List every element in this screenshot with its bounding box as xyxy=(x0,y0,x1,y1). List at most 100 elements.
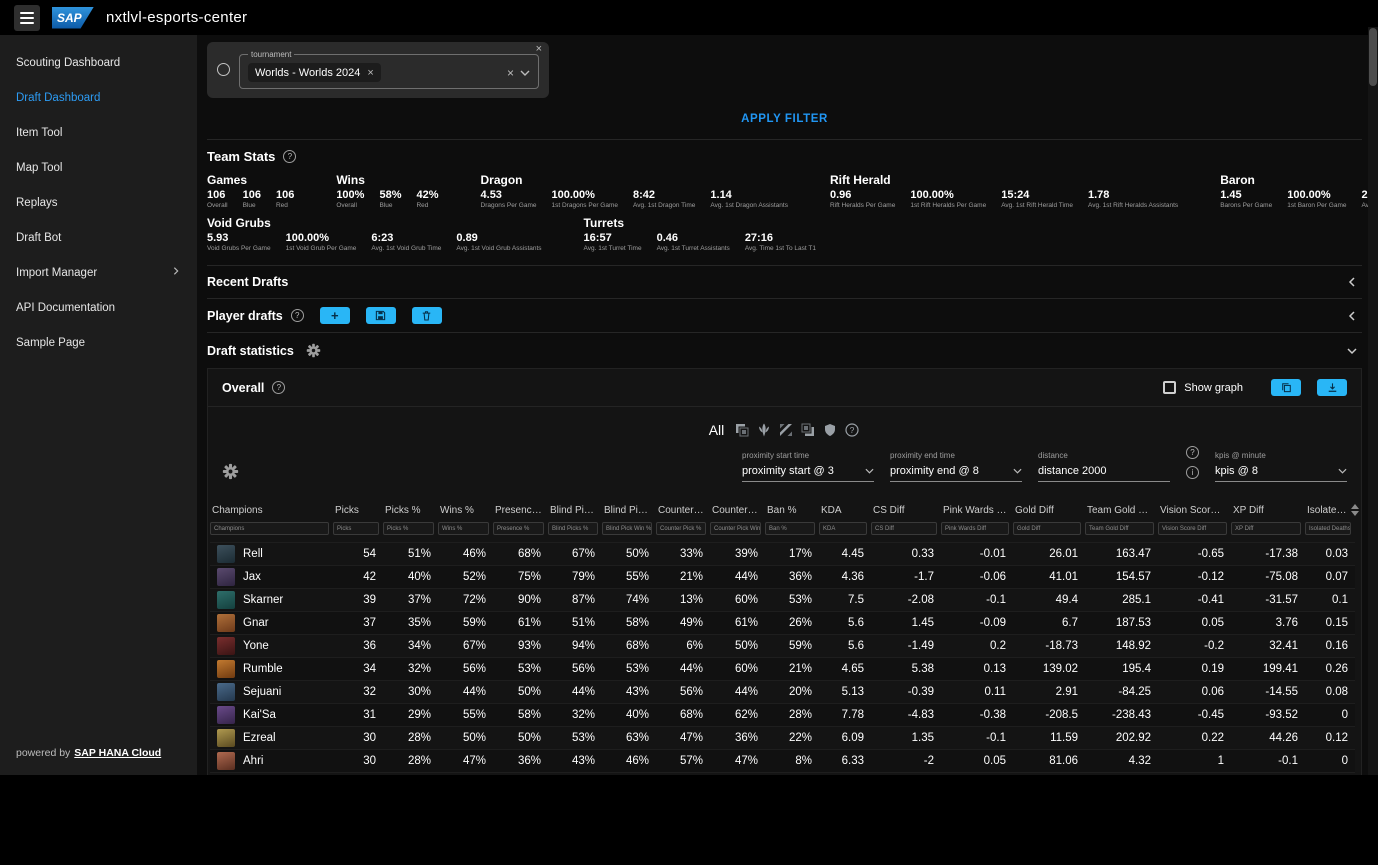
kpis-select[interactable]: kpis @ minute kpis @ 8 xyxy=(1215,451,1347,482)
table-row-skarner[interactable]: Skarner3937%72%90%87%74%13%60%53%7.5-2.0… xyxy=(210,589,1355,612)
draft-statistics-settings-gear-icon[interactable] xyxy=(302,341,325,360)
column-header-blind-picks[interactable]: Blind Picks % xyxy=(548,500,602,521)
draft-statistics-expand-icon[interactable] xyxy=(1342,343,1362,359)
column-filter-team-gold-diff[interactable]: Team Gold Diff xyxy=(1085,522,1154,535)
column-filter-picks[interactable]: Picks xyxy=(333,522,379,535)
column-header-counter-pick[interactable]: Counter Pick % xyxy=(656,500,710,521)
column-filter-counter-pick-wins[interactable]: Counter Pick Wins % xyxy=(710,522,761,535)
player-drafts-collapse-icon[interactable] xyxy=(1342,308,1362,324)
table-row-gnar[interactable]: Gnar3735%59%61%51%58%49%61%26%5.61.45-0.… xyxy=(210,612,1355,635)
champion-name: Rell xyxy=(243,548,263,560)
table-row-ezreal[interactable]: Ezreal3028%50%50%53%63%47%36%22%6.091.35… xyxy=(210,727,1355,750)
menu-button[interactable] xyxy=(14,5,40,31)
sidebar-item-replays[interactable]: Replays xyxy=(0,185,197,220)
cell-ban: 22% xyxy=(765,727,819,750)
distance-input[interactable]: distance distance 2000 xyxy=(1038,451,1170,482)
sidebar-item-draft-bot[interactable]: Draft Bot xyxy=(0,220,197,255)
column-filter-blind-picks[interactable]: Blind Picks % xyxy=(548,522,598,535)
column-filter-ban[interactable]: Ban % xyxy=(765,522,815,535)
column-header-blind-pick-win[interactable]: Blind Pick Win % xyxy=(602,500,656,521)
table-row-rell[interactable]: Rell5451%46%68%67%50%33%39%17%4.450.33-0… xyxy=(210,543,1355,566)
team-stats-help-icon[interactable]: ? xyxy=(283,150,296,163)
recent-drafts-collapse-icon[interactable] xyxy=(1342,274,1362,290)
column-filter-pink-wards-diff[interactable]: Pink Wards Diff xyxy=(941,522,1009,535)
cell-pink-wards-diff: -0.1 xyxy=(941,727,1013,750)
sidebar-item-sample-page[interactable]: Sample Page xyxy=(0,325,197,360)
column-filter-counter-pick[interactable]: Counter Pick % xyxy=(656,522,706,535)
delete-draft-button[interactable] xyxy=(412,307,442,324)
proximity-start-select[interactable]: proximity start time proximity start @ 3 xyxy=(742,451,874,482)
show-graph-checkbox[interactable] xyxy=(1163,381,1176,394)
column-header-xp-diff[interactable]: XP Diff xyxy=(1231,500,1305,521)
sidebar-item-map-tool[interactable]: Map Tool xyxy=(0,150,197,185)
role-jungle-icon[interactable] xyxy=(757,423,772,438)
role-mid-icon[interactable] xyxy=(779,423,794,438)
sidebar-item-import-manager[interactable]: Import Manager xyxy=(0,255,197,290)
proximity-end-select[interactable]: proximity end time proximity end @ 8 xyxy=(890,451,1022,482)
column-header-ban[interactable]: Ban % xyxy=(765,500,819,521)
table-scrollbar[interactable] xyxy=(1349,504,1361,516)
role-bot-icon[interactable] xyxy=(801,423,816,438)
column-filter-cs-diff[interactable]: CS Diff xyxy=(871,522,937,535)
column-header-picks[interactable]: Picks % xyxy=(383,500,438,521)
column-header-isolated-deaths[interactable]: Isolated Deaths xyxy=(1305,500,1355,521)
add-draft-button[interactable]: + xyxy=(320,307,350,324)
table-row-jax[interactable]: Jax4240%52%75%79%55%21%44%36%4.36-1.7-0.… xyxy=(210,566,1355,589)
column-header-counter-pick-wins[interactable]: Counter Pick Wins % xyxy=(710,500,765,521)
sidebar-item-api-documentation[interactable]: API Documentation xyxy=(0,290,197,325)
table-row-yone[interactable]: Yone3634%67%93%94%68%6%50%59%5.6-1.490.2… xyxy=(210,635,1355,658)
field-dropdown-caret-icon[interactable] xyxy=(520,70,530,76)
column-filter-gold-diff[interactable]: Gold Diff xyxy=(1013,522,1081,535)
filter-remove-icon[interactable]: × xyxy=(536,43,542,55)
column-header-pink-wards-diff[interactable]: Pink Wards Diff xyxy=(941,500,1013,521)
show-graph-toggle[interactable]: Show graph xyxy=(1163,381,1243,394)
overall-help-icon[interactable]: ? xyxy=(272,381,285,394)
scrollbar-thumb[interactable] xyxy=(1369,28,1377,86)
apply-filter-button[interactable]: APPLY FILTER xyxy=(741,113,828,125)
kpis-help-icon[interactable]: ? xyxy=(1186,446,1199,459)
column-filter-vision-score-diff[interactable]: Vision Score Diff xyxy=(1158,522,1227,535)
column-filter-champions[interactable]: Champions xyxy=(210,522,329,535)
column-filter-presence[interactable]: Presence % xyxy=(493,522,544,535)
filter-handle[interactable] xyxy=(207,50,239,89)
column-header-presence[interactable]: Presence % xyxy=(493,500,548,521)
sidebar-item-scouting-dashboard[interactable]: Scouting Dashboard xyxy=(0,45,197,80)
column-header-vision-score-diff[interactable]: Vision Score Diff xyxy=(1158,500,1231,521)
table-row-leona[interactable]: Leona2927%59%42%45%62%55%56%15%4.27-0.88… xyxy=(210,773,1355,776)
sap-hana-cloud-link[interactable]: SAP HANA Cloud xyxy=(74,747,161,759)
save-draft-button[interactable] xyxy=(366,307,396,324)
table-row-rumble[interactable]: Rumble3432%56%53%56%53%44%60%21%4.655.38… xyxy=(210,658,1355,681)
column-header-gold-diff[interactable]: Gold Diff xyxy=(1013,500,1085,521)
table-row-sejuani[interactable]: Sejuani3230%44%50%44%43%56%44%20%5.13-0.… xyxy=(210,681,1355,704)
column-header-picks[interactable]: Picks xyxy=(333,500,383,521)
column-header-wins[interactable]: Wins % xyxy=(438,500,493,521)
column-filter-xp-diff[interactable]: XP Diff xyxy=(1231,522,1301,535)
player-drafts-help-icon[interactable]: ? xyxy=(291,309,304,322)
sidebar-item-item-tool[interactable]: Item Tool xyxy=(0,115,197,150)
table-row-ahri[interactable]: Ahri3028%47%36%43%46%57%47%8%6.33-20.058… xyxy=(210,750,1355,773)
table-settings-gear-icon[interactable] xyxy=(222,449,239,485)
column-filter-blind-pick-win[interactable]: Blind Pick Win % xyxy=(602,522,652,535)
table-row-kai-sa[interactable]: Kai'Sa3129%55%58%32%40%68%62%28%7.78-4.8… xyxy=(210,704,1355,727)
role-support-icon[interactable] xyxy=(823,423,838,438)
column-header-cs-diff[interactable]: CS Diff xyxy=(871,500,941,521)
column-filter-picks[interactable]: Picks % xyxy=(383,522,434,535)
column-header-champions[interactable]: Champions xyxy=(210,500,333,521)
role-top-icon[interactable] xyxy=(735,423,750,438)
tournament-select-field[interactable]: tournament Worlds - Worlds 2024 × × xyxy=(239,50,539,89)
tournament-chip[interactable]: Worlds - Worlds 2024 × xyxy=(248,63,381,82)
tournament-chip-remove-icon[interactable]: × xyxy=(367,67,373,79)
column-header-team-gold-diff[interactable]: Team Gold Diff xyxy=(1085,500,1158,521)
column-filter-isolated-deaths[interactable]: Isolated Deaths xyxy=(1305,522,1351,535)
column-header-kda[interactable]: KDA xyxy=(819,500,871,521)
role-all-label[interactable]: All xyxy=(709,422,725,438)
kpis-info-icon[interactable]: i xyxy=(1186,466,1199,479)
field-clear-icon[interactable]: × xyxy=(507,66,514,80)
page-scrollbar[interactable] xyxy=(1368,27,1378,775)
column-filter-kda[interactable]: KDA xyxy=(819,522,867,535)
role-unknown-icon[interactable]: ? xyxy=(845,423,860,438)
column-filter-wins[interactable]: Wins % xyxy=(438,522,489,535)
copy-table-button[interactable] xyxy=(1271,379,1301,396)
sidebar-item-draft-dashboard[interactable]: Draft Dashboard xyxy=(0,80,197,115)
download-table-button[interactable] xyxy=(1317,379,1347,396)
